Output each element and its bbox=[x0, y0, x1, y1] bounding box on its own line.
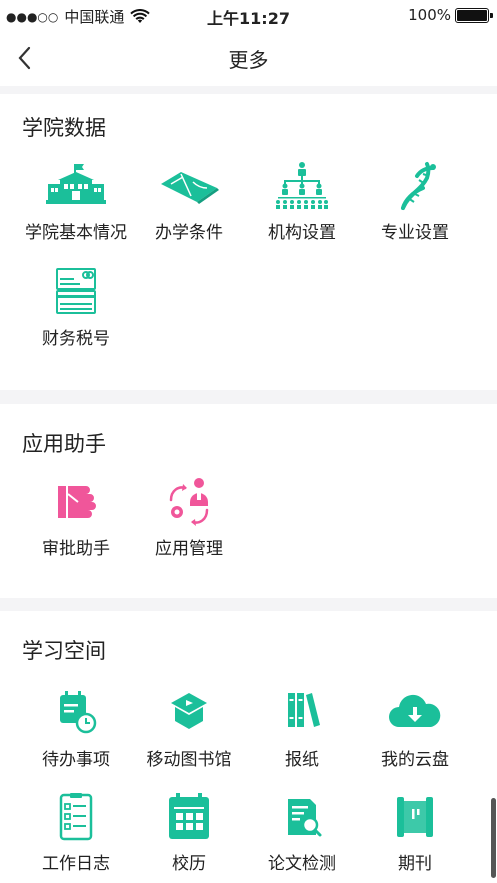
school-building-icon bbox=[46, 164, 106, 204]
dna-icon bbox=[401, 162, 436, 210]
grid-item-label: 专业设置 bbox=[381, 223, 449, 243]
section-title: 学习空间 bbox=[22, 639, 106, 663]
grid-item-label: 办学条件 bbox=[155, 223, 223, 243]
page-title: 更多 bbox=[228, 48, 269, 72]
cloud-download-icon bbox=[389, 694, 441, 727]
grid-item-label: 工作日志 bbox=[42, 854, 110, 874]
clipboard-list-icon bbox=[59, 793, 93, 841]
grid-item-mobile-library[interactable]: 移动图书馆 bbox=[129, 687, 249, 770]
grid-item-app-management[interactable]: 应用管理 bbox=[129, 476, 249, 559]
grid-item-label: 论文检测 bbox=[268, 854, 336, 874]
section-college-data: 学院数据 学院基本情况 办学条件 机构设置 专业设置 财务税号 bbox=[0, 94, 497, 390]
grid-item-label: 待办事项 bbox=[42, 750, 110, 770]
grid-item-college-info[interactable]: 学院基本情况 bbox=[16, 160, 136, 243]
battery-icon bbox=[455, 7, 493, 23]
grid-item-approval-assistant[interactable]: 审批助手 bbox=[16, 476, 136, 559]
app-manage-icon bbox=[169, 478, 209, 526]
grid-item-label: 校历 bbox=[172, 854, 206, 874]
grid-item-cloud-disk[interactable]: 我的云盘 bbox=[355, 687, 475, 770]
section-title: 学院数据 bbox=[22, 116, 106, 140]
section-learning-space: 学习空间 待办事项 移动图书馆 报纸 我的云盘 工作日志 校历 论文检测 期刊 bbox=[0, 611, 497, 883]
document-search-icon bbox=[288, 799, 322, 837]
grid-item-label: 应用管理 bbox=[155, 539, 223, 559]
grid-item-journal[interactable]: 期刊 bbox=[355, 791, 475, 874]
calendar-clock-icon bbox=[60, 691, 97, 734]
grid-item-school-conditions[interactable]: 办学条件 bbox=[129, 160, 249, 243]
finance-card-icon bbox=[56, 268, 96, 314]
navigation-bar: 更多 bbox=[0, 30, 497, 86]
grid-item-majors[interactable]: 专业设置 bbox=[355, 160, 475, 243]
grid-item-label: 我的云盘 bbox=[381, 750, 449, 770]
grid-item-label: 移动图书馆 bbox=[146, 750, 232, 770]
grid-item-work-log[interactable]: 工作日志 bbox=[16, 791, 136, 874]
grid-item-finance-tax[interactable]: 财务税号 bbox=[16, 266, 136, 349]
grid-item-label: 报纸 bbox=[285, 750, 319, 770]
grid-item-label: 机构设置 bbox=[268, 223, 336, 243]
scrollbar-thumb[interactable] bbox=[491, 798, 496, 878]
grid-item-label: 学院基本情况 bbox=[25, 223, 127, 243]
grid-item-newspaper[interactable]: 报纸 bbox=[242, 687, 362, 770]
grid-item-school-calendar[interactable]: 校历 bbox=[129, 791, 249, 874]
grid-item-label: 审批助手 bbox=[42, 539, 110, 559]
grid-item-organization[interactable]: 机构设置 bbox=[242, 160, 362, 243]
calendar-grid-icon bbox=[169, 793, 209, 839]
grid-item-thesis-check[interactable]: 论文检测 bbox=[242, 791, 362, 874]
books-icon bbox=[288, 693, 320, 727]
org-chart-icon bbox=[276, 162, 328, 209]
grid-item-label: 期刊 bbox=[398, 854, 432, 874]
scroll-icon bbox=[397, 797, 433, 837]
hand-stamp-icon bbox=[58, 486, 96, 518]
section-title: 应用助手 bbox=[22, 432, 106, 456]
field-map-icon bbox=[161, 172, 219, 204]
battery-percent: 100% bbox=[408, 6, 451, 24]
grid-item-label: 财务税号 bbox=[42, 329, 110, 349]
status-bar: ●●●○○ 中国联通 上午11:27 100% bbox=[0, 0, 497, 30]
section-app-assistant: 应用助手 审批助手 应用管理 bbox=[0, 404, 497, 598]
mobile-library-icon bbox=[171, 693, 207, 729]
grid-item-todo[interactable]: 待办事项 bbox=[16, 687, 136, 770]
